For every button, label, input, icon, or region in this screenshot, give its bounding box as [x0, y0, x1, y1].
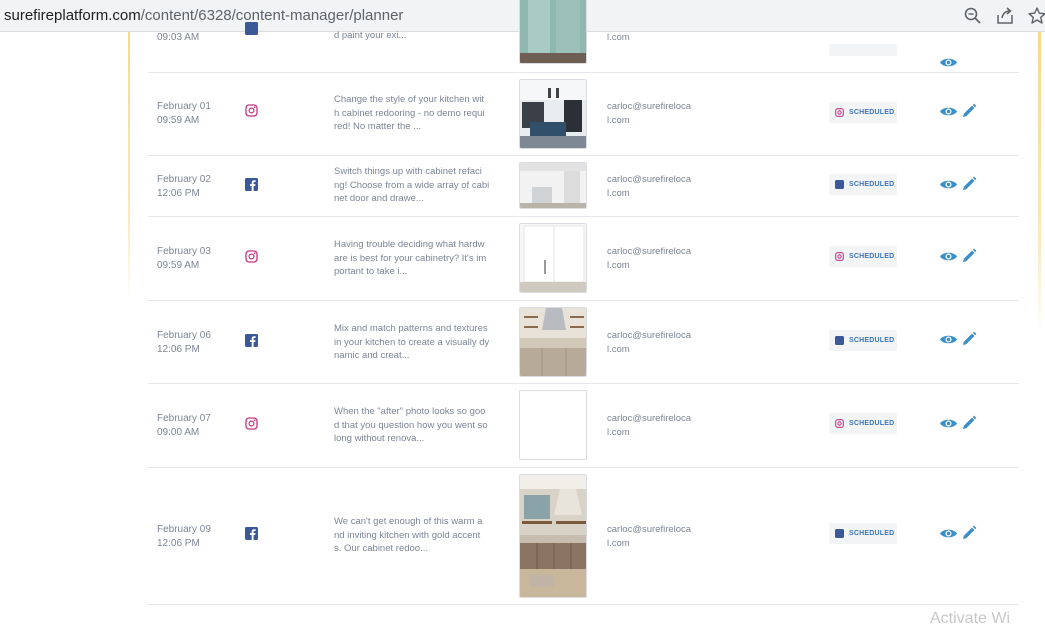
- instagram-icon: [835, 108, 844, 117]
- post-thumbnail[interactable]: [519, 0, 587, 64]
- table-row[interactable]: February 09 12:06 PM We can't get enough …: [148, 467, 1019, 605]
- post-datetime: February 09 12:06 PM: [157, 524, 211, 549]
- post-datetime: February 01 09:59 AM: [157, 101, 211, 126]
- post-datetime: February 07 09:00 AM: [157, 413, 211, 438]
- post-caption: Having trouble deciding what hardw are is…: [334, 239, 487, 277]
- instagram-icon: [245, 104, 258, 117]
- post-caption: Mix and match patterns and textures in yo…: [334, 323, 490, 361]
- table-row[interactable]: February 07 09:00 AM When the "after" pho…: [148, 383, 1019, 468]
- facebook-icon: [245, 178, 258, 191]
- post-author-email: l.com: [607, 32, 630, 43]
- post-thumbnail[interactable]: [519, 390, 587, 460]
- post-author-email: carloc@surefireloca l.com: [607, 330, 692, 355]
- post-datetime: February 06 12:06 PM: [157, 330, 211, 355]
- post-datetime: 09:03 AM: [157, 32, 200, 43]
- instagram-icon: [245, 417, 258, 430]
- post-caption: We can't get enough of this warm a nd inv…: [334, 516, 483, 554]
- instagram-icon: [245, 250, 258, 263]
- status-badge: SCHEDULED: [829, 102, 897, 123]
- facebook-icon: [835, 529, 844, 538]
- post-caption: Change the style of your kitchen wit h ca…: [334, 94, 485, 132]
- edit-pencil-icon[interactable]: [961, 525, 977, 541]
- view-eye-icon[interactable]: [939, 250, 958, 263]
- view-eye-icon[interactable]: [939, 417, 958, 430]
- status-badge: [829, 44, 897, 56]
- post-caption: d paint your exi...: [334, 30, 407, 41]
- post-datetime: February 02 12:06 PM: [157, 174, 211, 199]
- table-row[interactable]: February 03 09:59 AM Having trouble decid…: [148, 216, 1019, 301]
- status-badge: SCHEDULED: [829, 413, 897, 434]
- status-badge: SCHEDULED: [829, 523, 897, 544]
- edit-pencil-icon[interactable]: [961, 415, 977, 431]
- table-row[interactable]: February 01 09:59 AM Change the style of …: [148, 72, 1019, 156]
- view-eye-icon[interactable]: [939, 56, 958, 69]
- post-caption: Switch things up with cabinet refaci ng! …: [334, 166, 490, 204]
- post-author-email: carloc@surefireloca l.com: [607, 246, 692, 271]
- post-thumbnail[interactable]: [519, 223, 587, 293]
- table-row[interactable]: February 06 12:06 PM Mix and match patter…: [148, 300, 1019, 384]
- gold-border-left: [128, 32, 130, 302]
- facebook-icon: [245, 334, 258, 347]
- facebook-icon: [835, 336, 844, 345]
- table-row[interactable]: February 02 12:06 PM Switch things up wit…: [148, 155, 1019, 217]
- facebook-icon: [245, 527, 258, 540]
- view-eye-icon[interactable]: [939, 105, 958, 118]
- post-thumbnail[interactable]: [519, 307, 587, 377]
- view-eye-icon[interactable]: [939, 178, 958, 191]
- view-eye-icon[interactable]: [939, 527, 958, 540]
- post-thumbnail[interactable]: [519, 79, 587, 149]
- post-thumbnail[interactable]: [519, 474, 587, 598]
- gold-border-right: [1038, 32, 1041, 332]
- post-author-email: carloc@surefireloca l.com: [607, 524, 692, 549]
- activate-windows-watermark: Activate Wi: [930, 610, 1011, 627]
- post-author-email: carloc@surefireloca l.com: [607, 174, 692, 199]
- facebook-icon: [835, 180, 844, 189]
- instagram-icon: [835, 419, 844, 428]
- instagram-icon: [835, 252, 844, 261]
- table-row[interactable]: 09:03 AM d paint your exi... l.com: [148, 0, 1019, 73]
- post-author-email: carloc@surefireloca l.com: [607, 413, 692, 438]
- status-badge: SCHEDULED: [829, 174, 897, 195]
- post-datetime: February 03 09:59 AM: [157, 246, 211, 271]
- status-badge: SCHEDULED: [829, 246, 897, 267]
- edit-pencil-icon[interactable]: [961, 331, 977, 347]
- facebook-icon: [245, 22, 258, 35]
- post-thumbnail[interactable]: [519, 162, 587, 209]
- bookmark-star-icon[interactable]: [1027, 6, 1045, 26]
- view-eye-icon[interactable]: [939, 333, 958, 346]
- status-badge: SCHEDULED: [829, 330, 897, 351]
- edit-pencil-icon[interactable]: [961, 103, 977, 119]
- edit-pencil-icon[interactable]: [961, 248, 977, 264]
- edit-pencil-icon[interactable]: [961, 176, 977, 192]
- post-caption: When the "after" photo looks so goo d tha…: [334, 406, 488, 444]
- post-author-email: carloc@surefireloca l.com: [607, 101, 692, 126]
